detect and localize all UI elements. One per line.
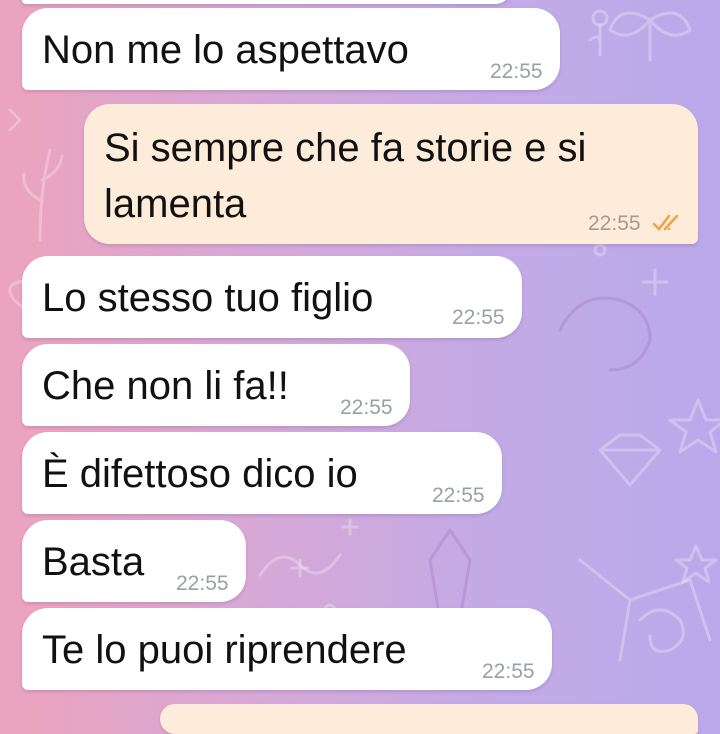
small-star-doodle-2: [341, 518, 359, 536]
plant-doodle: [22, 148, 64, 242]
message-bubble-outgoing[interactable]: Si sempre che fa storie e si lamenta 22:…: [84, 104, 698, 244]
message-bubble-incoming[interactable]: Che non li fa!! 22:55: [22, 344, 410, 426]
sparkle-doodle: [641, 268, 669, 296]
message-timestamp: 22:55: [176, 572, 229, 595]
message-bubble-partial: [22, 0, 512, 4]
star-doodle-2: [674, 544, 718, 584]
message-bubble-incoming[interactable]: È difettoso dico io 22:55: [22, 432, 502, 514]
message-text: Basta: [42, 540, 145, 584]
message-timestamp: 22:55: [452, 306, 505, 329]
message-text-line-2: lamenta: [104, 182, 247, 226]
message-text: È difettoso dico io: [42, 452, 358, 496]
swirl-doodle: [638, 608, 685, 653]
message-text: Che non li fa!!: [42, 364, 289, 408]
flower-doodle: [591, 9, 609, 27]
unicorn-doodle: [558, 296, 652, 372]
message-timestamp: 22:55: [432, 484, 485, 507]
message-timestamp: 22:55: [340, 396, 393, 419]
message-text-line-1: Si sempre che fa storie e si: [104, 126, 587, 170]
star-doodle: [668, 398, 720, 454]
butterfly-doodle: [608, 11, 692, 62]
message-bubble-incoming[interactable]: Basta 22:55: [22, 520, 246, 602]
message-timestamp: 22:55: [482, 660, 535, 683]
message-text: Lo stesso tuo figlio: [42, 276, 374, 320]
message-text: Non me lo aspettavo: [42, 28, 409, 72]
message-bubble-incoming[interactable]: Lo stesso tuo figlio 22:55: [22, 256, 522, 338]
leaf-doodle: [8, 108, 22, 132]
message-bubble-incoming[interactable]: Te lo puoi riprendere 22:55: [22, 608, 552, 690]
message-text: Te lo puoi riprendere: [42, 628, 407, 672]
double-check-icon: [652, 214, 679, 231]
diamond-doodle: [598, 433, 662, 487]
crystal-doodle: [428, 528, 472, 622]
message-timestamp: 22:55: [588, 212, 641, 235]
message-timestamp: 22:55: [490, 60, 543, 83]
message-bubble-incoming[interactable]: Non me lo aspettavo 22:55: [22, 8, 560, 90]
